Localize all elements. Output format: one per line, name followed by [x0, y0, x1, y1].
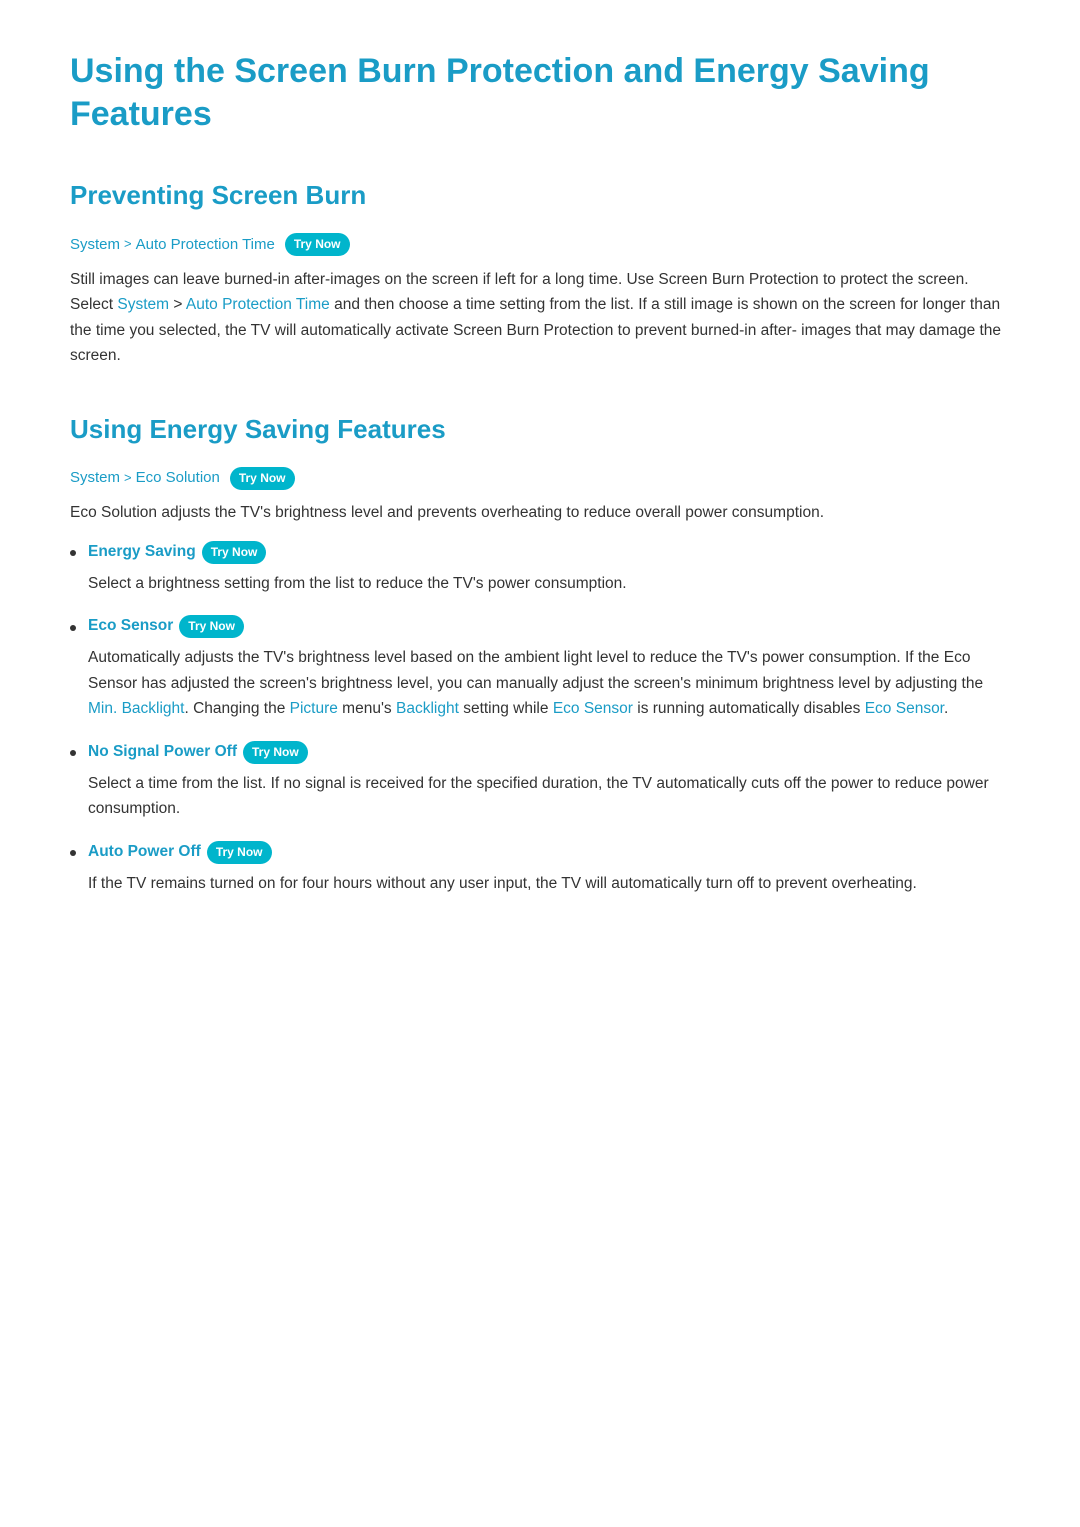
- section-energy-saving: Using Energy Saving Features System > Ec…: [70, 409, 1010, 896]
- section1-body: Still images can leave burned-in after-i…: [70, 267, 1010, 369]
- section-preventing-screen-burn: Preventing Screen Burn System > Auto Pro…: [70, 175, 1010, 369]
- bullet-dot-2: [70, 625, 76, 631]
- section2-intro: Eco Solution adjusts the TV's brightness…: [70, 500, 1010, 526]
- bullet-desc-energy-saving: Select a brightness setting from the lis…: [70, 571, 1010, 597]
- bullet-header-no-signal: No Signal Power Off Try Now: [70, 740, 1010, 765]
- inline-backlight-link[interactable]: Backlight: [396, 700, 459, 717]
- breadcrumb-auto-protection-link[interactable]: Auto Protection Time: [136, 233, 275, 257]
- breadcrumb-chevron2: >: [124, 468, 132, 489]
- try-now-badge-energy-saving[interactable]: Try Now: [202, 541, 267, 564]
- bullet-desc-eco-sensor: Automatically adjusts the TV's brightnes…: [70, 645, 1010, 722]
- bullet-header-energy-saving: Energy Saving Try Now: [70, 540, 1010, 565]
- try-now-badge-no-signal[interactable]: Try Now: [243, 741, 308, 764]
- bullet-desc-auto-power-off: If the TV remains turned on for four hou…: [70, 871, 1010, 897]
- inline-eco-sensor-link2[interactable]: Eco Sensor: [865, 700, 944, 717]
- inline-system-link[interactable]: System: [117, 296, 169, 313]
- bullet-desc-no-signal: Select a time from the list. If no signa…: [70, 771, 1010, 822]
- breadcrumb-chevron: >: [124, 234, 132, 255]
- try-now-badge-section1[interactable]: Try Now: [285, 233, 350, 256]
- breadcrumb-eco-solution-link[interactable]: Eco Solution: [136, 466, 220, 490]
- section2-title: Using Energy Saving Features: [70, 409, 1010, 451]
- bullet-header-eco-sensor: Eco Sensor Try Now: [70, 614, 1010, 639]
- try-now-badge-eco-sensor[interactable]: Try Now: [179, 615, 244, 638]
- bullet-header-auto-power-off: Auto Power Off Try Now: [70, 840, 1010, 865]
- section1-title: Preventing Screen Burn: [70, 175, 1010, 217]
- list-item-energy-saving: Energy Saving Try Now Select a brightnes…: [70, 540, 1010, 596]
- bullet-dot-3: [70, 750, 76, 756]
- section2-breadcrumb: System > Eco Solution Try Now: [70, 466, 1010, 490]
- list-item-no-signal-power-off: No Signal Power Off Try Now Select a tim…: [70, 740, 1010, 822]
- bullet-dot-4: [70, 850, 76, 856]
- inline-eco-sensor-link[interactable]: Eco Sensor: [553, 700, 633, 717]
- breadcrumb-system-link[interactable]: System: [70, 233, 120, 257]
- inline-auto-protection-link[interactable]: Auto Protection Time: [186, 296, 330, 313]
- bullet-label-auto-power-off[interactable]: Auto Power Off: [88, 840, 201, 865]
- bullet-label-no-signal[interactable]: No Signal Power Off: [88, 740, 237, 765]
- list-item-auto-power-off: Auto Power Off Try Now If the TV remains…: [70, 840, 1010, 896]
- page-title: Using the Screen Burn Protection and Ene…: [70, 50, 1010, 135]
- try-now-badge-section2[interactable]: Try Now: [230, 467, 295, 490]
- bullet-dot-1: [70, 550, 76, 556]
- breadcrumb-system-link2[interactable]: System: [70, 466, 120, 490]
- bullet-label-eco-sensor[interactable]: Eco Sensor: [88, 614, 173, 639]
- energy-saving-list: Energy Saving Try Now Select a brightnes…: [70, 540, 1010, 896]
- list-item-eco-sensor: Eco Sensor Try Now Automatically adjusts…: [70, 614, 1010, 721]
- inline-min-backlight-link[interactable]: Min. Backlight: [88, 700, 184, 717]
- section1-breadcrumb: System > Auto Protection Time Try Now: [70, 233, 1010, 257]
- try-now-badge-auto-power-off[interactable]: Try Now: [207, 841, 272, 864]
- inline-picture-link[interactable]: Picture: [290, 700, 338, 717]
- bullet-label-energy-saving[interactable]: Energy Saving: [88, 540, 196, 565]
